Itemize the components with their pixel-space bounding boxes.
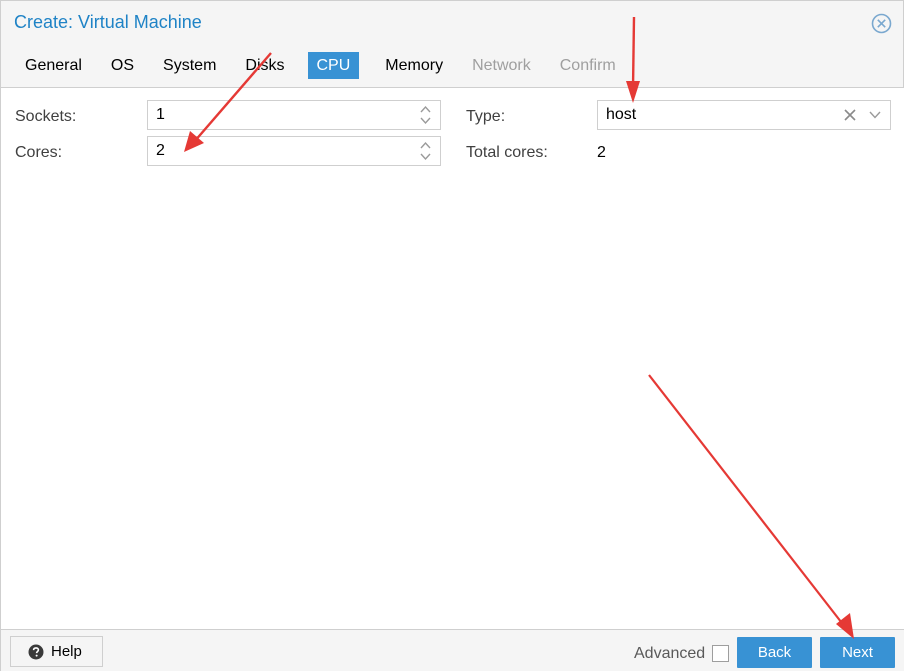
- tab-os[interactable]: OS: [97, 52, 148, 79]
- cpu-panel: Sockets: Cores: Type:: [1, 87, 904, 630]
- tab-bar: General OS System Disks CPU Memory Netwo…: [11, 52, 631, 79]
- total-cores-label: Total cores:: [466, 144, 548, 161]
- tab-cpu[interactable]: CPU: [307, 52, 360, 79]
- help-label: Help: [51, 643, 82, 660]
- tab-system[interactable]: System: [149, 52, 230, 79]
- create-vm-dialog: Create: Virtual Machine General OS Syste…: [0, 0, 904, 671]
- type-input[interactable]: [598, 101, 860, 129]
- next-button[interactable]: Next: [820, 637, 895, 668]
- type-label: Type:: [466, 108, 506, 125]
- close-icon[interactable]: [871, 13, 892, 34]
- tab-memory[interactable]: Memory: [371, 52, 457, 79]
- tab-general[interactable]: General: [11, 52, 96, 79]
- clear-x-icon[interactable]: [842, 107, 858, 123]
- dialog-title: Create: Virtual Machine: [14, 12, 202, 32]
- type-combobox: [597, 100, 891, 130]
- dialog-header: Create: Virtual Machine: [1, 1, 904, 47]
- question-circle-icon: [28, 644, 44, 660]
- sockets-field: [147, 100, 441, 130]
- tab-disks[interactable]: Disks: [231, 52, 298, 79]
- sockets-spinner-icon[interactable]: [419, 104, 432, 126]
- back-button[interactable]: Back: [737, 637, 812, 668]
- cores-label: Cores:: [15, 144, 63, 161]
- chevron-down-icon[interactable]: [868, 109, 882, 121]
- cores-input[interactable]: [148, 137, 410, 165]
- total-cores-value: 2: [597, 144, 606, 161]
- cores-spinner-icon[interactable]: [419, 140, 432, 162]
- sockets-input[interactable]: [148, 101, 410, 129]
- dialog-footer: Help Advanced Back Next: [1, 630, 904, 671]
- advanced-checkbox[interactable]: [712, 645, 729, 662]
- sockets-label: Sockets:: [15, 108, 77, 125]
- cores-field: [147, 136, 441, 166]
- tab-confirm: Confirm: [559, 57, 616, 74]
- help-button[interactable]: Help: [10, 636, 103, 667]
- tab-network: Network: [472, 57, 531, 74]
- advanced-label: Advanced: [634, 645, 706, 662]
